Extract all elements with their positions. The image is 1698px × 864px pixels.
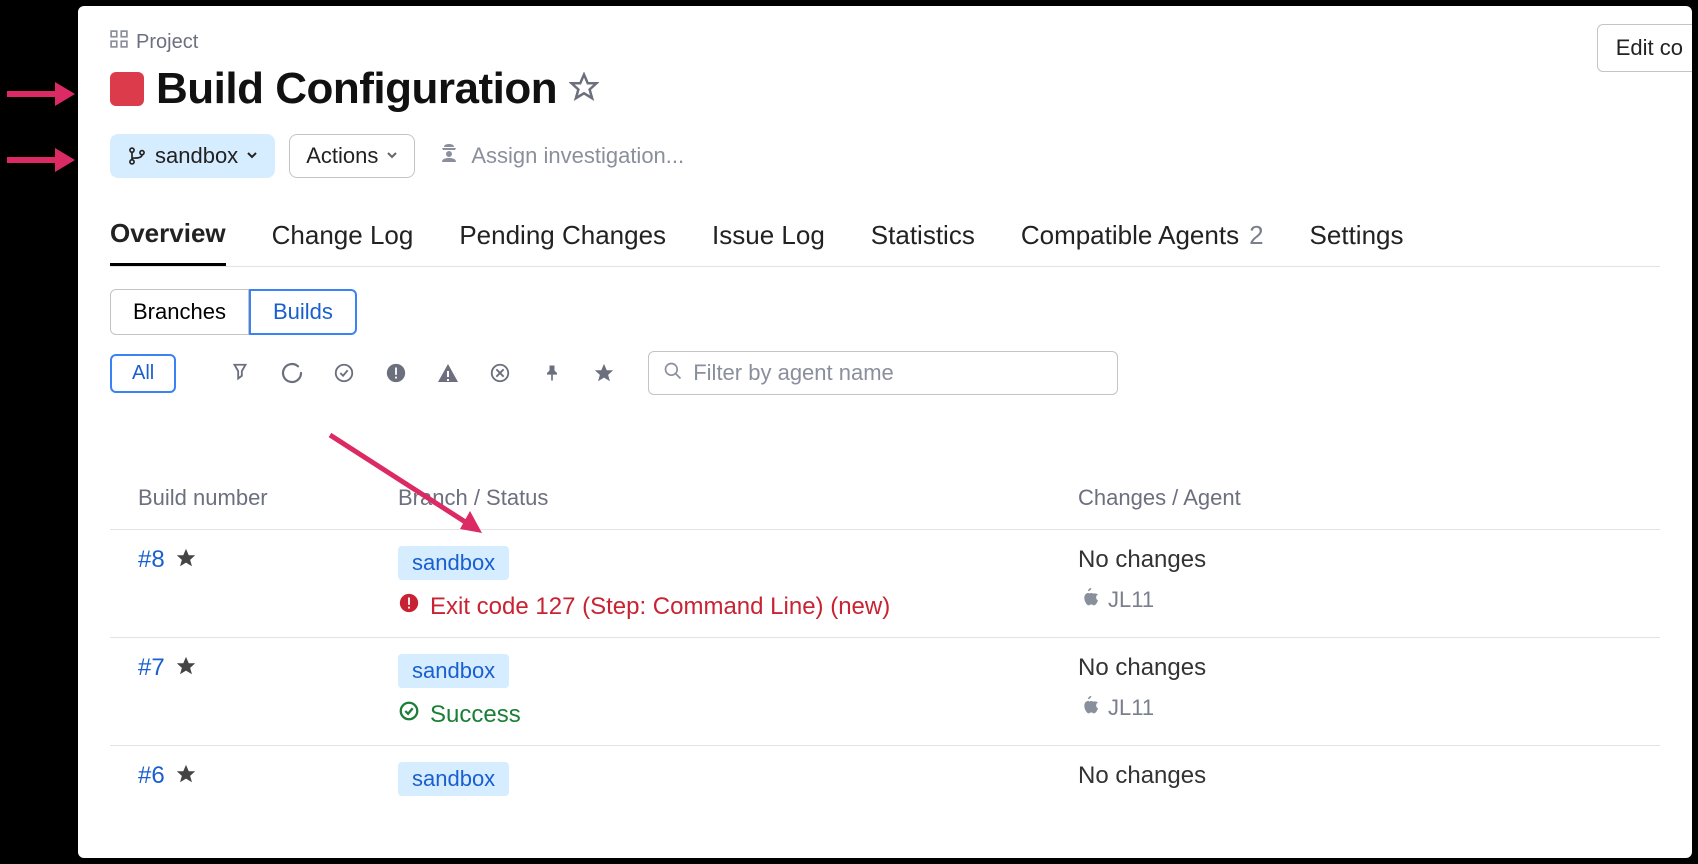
favorite-star-icon[interactable] <box>175 547 197 574</box>
tab-change-log[interactable]: Change Log <box>272 218 414 266</box>
main-tabs: Overview Change Log Pending Changes Issu… <box>110 218 1660 267</box>
filter-success-icon[interactable] <box>318 355 370 391</box>
filter-cancelled-icon[interactable] <box>474 355 526 391</box>
build-status-text[interactable]: Exit code 127 (Step: Command Line) (new) <box>430 593 890 621</box>
assign-investigation-button[interactable]: Assign investigation... <box>437 141 684 171</box>
filter-favorite-icon[interactable] <box>578 355 630 391</box>
tab-settings[interactable]: Settings <box>1310 218 1404 266</box>
tab-pending-changes[interactable]: Pending Changes <box>459 218 666 266</box>
changes-text: No changes <box>1078 654 1660 682</box>
tab-compatible-agents[interactable]: Compatible Agents2 <box>1021 218 1264 266</box>
agent-filter-input[interactable] <box>693 360 1103 386</box>
branch-tag[interactable]: sandbox <box>398 654 509 688</box>
branch-icon <box>127 146 147 166</box>
annotation-arrow-diagonal <box>320 425 500 545</box>
branch-selector[interactable]: sandbox <box>110 134 275 178</box>
agent-filter-input-wrapper[interactable] <box>648 351 1118 395</box>
build-status-text[interactable]: Success <box>430 701 521 729</box>
chevron-down-icon <box>246 148 258 164</box>
page-title: Build Configuration <box>156 64 557 114</box>
apple-icon <box>1078 694 1098 722</box>
subtab-builds[interactable]: Builds <box>249 289 357 335</box>
error-icon <box>398 592 420 621</box>
tab-statistics[interactable]: Statistics <box>871 218 975 266</box>
assign-investigation-label: Assign investigation... <box>471 143 684 169</box>
column-header-changes-agent: Changes / Agent <box>1078 485 1660 511</box>
build-number-link[interactable]: #8 <box>138 546 165 574</box>
build-status-indicator <box>110 72 144 106</box>
branch-selector-label: sandbox <box>155 143 238 169</box>
favorite-star-icon[interactable] <box>175 763 197 790</box>
search-icon <box>663 361 683 386</box>
chevron-down-icon <box>386 148 398 164</box>
actions-button[interactable]: Actions <box>289 134 415 178</box>
build-number-link[interactable]: #7 <box>138 654 165 682</box>
build-row[interactable]: #6 sandbox No changes <box>110 745 1660 812</box>
changes-text: No changes <box>1078 546 1660 574</box>
subtab-branches[interactable]: Branches <box>110 289 249 335</box>
actions-label: Actions <box>306 143 378 169</box>
investigator-icon <box>437 141 461 171</box>
annotation-arrow <box>5 140 75 180</box>
breadcrumb[interactable]: Project <box>110 30 1660 54</box>
build-row[interactable]: #8 sandbox Exit code 127 (Step: Command … <box>110 529 1660 637</box>
success-icon <box>398 700 420 729</box>
filter-all[interactable]: All <box>110 354 176 393</box>
changes-text: No changes <box>1078 762 1660 790</box>
filter-error-icon[interactable] <box>370 355 422 391</box>
main-panel: Edit co Project Build Configuration sand… <box>76 4 1694 860</box>
filter-warning-icon[interactable] <box>422 355 474 391</box>
column-header-branch-status: Branch / Status <box>398 485 1078 511</box>
filter-running-icon[interactable] <box>266 355 318 391</box>
tab-issue-log[interactable]: Issue Log <box>712 218 825 266</box>
breadcrumb-label: Project <box>136 31 198 54</box>
favorite-star-icon[interactable] <box>569 72 599 107</box>
tab-overview[interactable]: Overview <box>110 218 226 266</box>
build-row[interactable]: #7 sandbox Success No changes <box>110 637 1660 745</box>
agent-name[interactable]: JL11 <box>1108 695 1154 721</box>
build-number-link[interactable]: #6 <box>138 762 165 790</box>
annotation-arrow <box>5 74 75 114</box>
apple-icon <box>1078 586 1098 614</box>
agent-name[interactable]: JL11 <box>1108 587 1154 613</box>
filter-pinned-icon[interactable] <box>526 355 578 391</box>
project-grid-icon <box>110 30 128 54</box>
branch-tag[interactable]: sandbox <box>398 762 509 796</box>
favorite-star-icon[interactable] <box>175 655 197 682</box>
branch-tag[interactable]: sandbox <box>398 546 509 580</box>
filter-queued-icon[interactable] <box>214 355 266 391</box>
edit-configuration-button[interactable]: Edit co <box>1597 24 1694 72</box>
